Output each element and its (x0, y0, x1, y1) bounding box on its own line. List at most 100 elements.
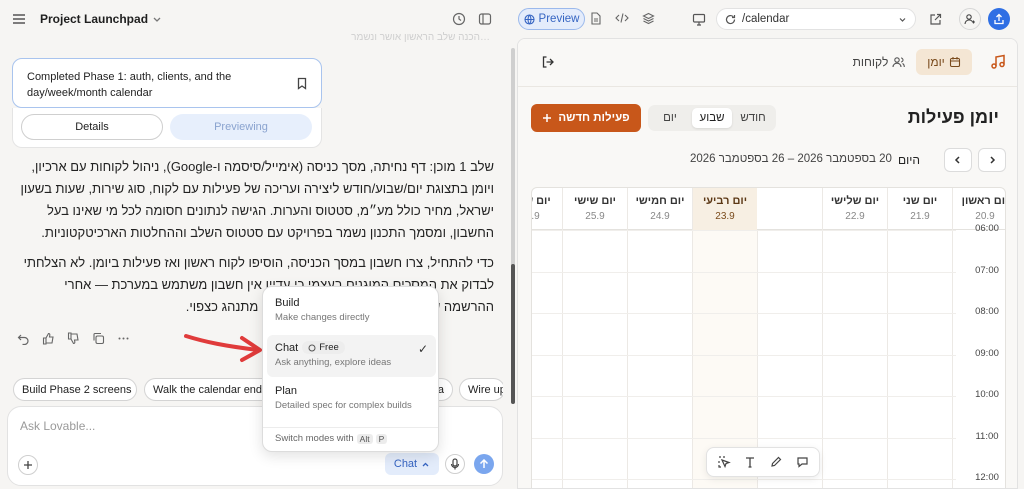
menu-icon[interactable] (10, 10, 28, 28)
mode-description: Make changes directly (275, 312, 370, 323)
today-button[interactable]: היום (898, 153, 920, 167)
publish-icon[interactable] (988, 8, 1010, 30)
previewing-button[interactable]: Previewing (170, 114, 312, 140)
nav-calendar-label: יומן (927, 55, 945, 69)
hour-row-line (532, 479, 956, 480)
circle-icon (308, 344, 316, 352)
preview-tab-label: Preview (538, 13, 580, 25)
copy-icon[interactable] (91, 331, 106, 346)
commit-card[interactable]: Completed Phase 1: auth, clients, and th… (12, 58, 322, 108)
column-divider (627, 230, 628, 488)
music-note-logo-icon[interactable] (989, 53, 1007, 71)
chat-scrollbar-thumb[interactable] (511, 264, 515, 404)
text-icon[interactable] (742, 454, 758, 470)
external-link-icon[interactable] (926, 10, 944, 28)
day-header[interactable]: יום שני 21.9 (887, 188, 952, 230)
view-day-button[interactable]: יום (652, 108, 688, 128)
history-icon[interactable] (450, 10, 468, 28)
red-arrow-annotation (184, 334, 262, 362)
logout-icon[interactable] (540, 54, 556, 70)
mode-title: Plan (275, 385, 298, 397)
shortcut-key: Alt (356, 433, 373, 444)
mode-description: Ask anything, explore ideas (275, 357, 392, 368)
nav-clients[interactable]: לקוחות (848, 49, 910, 75)
thumbs-down-icon[interactable] (66, 331, 81, 346)
day-header[interactable]: יום שישי 25.9 (562, 188, 627, 230)
microphone-icon[interactable] (445, 454, 465, 474)
mode-description: Detailed spec for complex builds (275, 400, 412, 411)
week-calendar-grid: יום ראשון 20.9 יום שני 21.9 יום שלישי 22.9 … (531, 187, 1006, 488)
day-header-today[interactable]: יום רביעי 23.9 (692, 188, 757, 230)
mode-menu-footer: Switch modes with Alt P (263, 427, 438, 449)
hour-label: 08:00 (975, 306, 999, 317)
thumbs-up-icon[interactable] (41, 331, 56, 346)
refresh-icon[interactable] (725, 14, 736, 25)
new-activity-label: פעילות חדשה (558, 112, 630, 124)
card-tabs: Details Previewing (12, 108, 322, 148)
chevron-left-icon[interactable] (944, 148, 972, 172)
invite-user-icon[interactable] (959, 8, 981, 30)
chevron-down-icon[interactable] (898, 15, 907, 24)
url-bar[interactable]: /calendar (716, 8, 916, 30)
details-button[interactable]: Details (21, 114, 163, 140)
column-divider (692, 230, 693, 488)
comment-icon[interactable] (794, 454, 810, 470)
select-element-icon[interactable] (716, 454, 732, 470)
file-icon[interactable] (587, 9, 605, 27)
app-preview: לקוחות יומן יומן פעילות חודש שבוע יום פע… (517, 38, 1018, 489)
hour-label: 09:00 (975, 348, 999, 359)
attach-plus-icon[interactable] (18, 455, 38, 475)
pencil-icon[interactable] (768, 454, 784, 470)
mode-option-plan[interactable]: Plan Detailed spec for complex builds (267, 379, 436, 421)
hour-label: 07:00 (975, 265, 999, 276)
day-header[interactable]: יום שבת26.9 (532, 188, 562, 230)
column-divider (562, 230, 563, 488)
chevron-right-icon[interactable] (978, 148, 1006, 172)
hour-row-line (532, 396, 956, 397)
mode-selector-label: Chat (393, 458, 418, 470)
mode-title: Chat (275, 341, 299, 354)
url-text: /calendar (742, 13, 790, 25)
hour-row-line (532, 354, 956, 356)
view-week-button[interactable]: שבוע (692, 108, 732, 128)
date-range: 20 בספטמבר 2026 – 26 בספטמבר 2026 (690, 153, 892, 165)
mode-option-build[interactable]: Build Make changes directly (267, 291, 436, 333)
hour-row-line (532, 230, 956, 231)
mode-option-chat[interactable]: Chat Free Ask anything, explore ideas ✓ (267, 335, 436, 377)
nav-calendar[interactable]: יומן (916, 49, 972, 75)
hour-label: 06:00 (975, 223, 999, 234)
chevron-down-icon (152, 14, 162, 24)
project-switcher[interactable]: Project Launchpad (40, 12, 162, 26)
free-badge: Free (302, 341, 345, 354)
day-header[interactable]: יום חמישי 24.9 (627, 188, 692, 230)
sidebar-toggle-icon[interactable] (476, 10, 494, 28)
message-paragraph: שלב 1 מוכן: דף נחיתה, מסך כניסה (אימייל/… (20, 159, 494, 240)
column-divider (822, 230, 823, 488)
undo-icon[interactable] (16, 331, 31, 346)
view-month-button[interactable]: חודש (734, 108, 772, 128)
desktop-icon[interactable] (690, 10, 708, 28)
commit-title: Completed Phase 1: auth, clients, and th… (27, 71, 232, 99)
suggestion-chip[interactable]: Walk the calendar end to end (144, 378, 276, 401)
more-icon[interactable] (116, 331, 131, 346)
globe-icon (523, 13, 535, 25)
preview-tab[interactable]: Preview (518, 8, 585, 30)
page-title: יומן פעילות (907, 107, 999, 127)
mode-selector-button[interactable]: Chat (385, 453, 439, 475)
suggestion-chip[interactable]: Build Phase 2 screens (13, 378, 137, 401)
view-tabs (587, 9, 657, 27)
project-title: Project Launchpad (40, 12, 149, 26)
mode-menu: Build Make changes directly Chat Free As… (262, 286, 439, 452)
suggestion-chip[interactable]: Wire up (459, 378, 503, 401)
layers-icon[interactable] (639, 9, 657, 27)
bookmark-icon[interactable] (295, 76, 309, 90)
new-activity-button[interactable]: פעילות חדשה (531, 104, 641, 132)
send-arrow-icon[interactable] (474, 454, 494, 474)
day-header[interactable]: יום שלישי 22.9 (822, 188, 887, 230)
hour-label: 11:00 (975, 431, 999, 442)
message-actions (16, 331, 131, 346)
code-icon[interactable] (613, 9, 631, 27)
nav-clients-label: לקוחות (852, 55, 889, 69)
column-divider (887, 230, 888, 488)
users-icon (892, 56, 906, 68)
